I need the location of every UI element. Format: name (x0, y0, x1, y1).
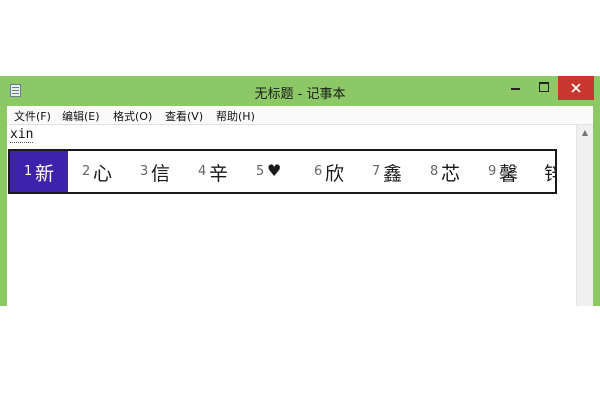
candidate-7[interactable]: 7 鑫 (358, 151, 416, 192)
candidate-char: 新 (35, 163, 55, 185)
ime-candidate-bar: 1 新 2 心 3 信 4 辛 5 ♥ 6 欣 7 鑫 8 芯 9 馨 锌 (8, 149, 557, 194)
minimize-button[interactable] (500, 76, 530, 100)
candidate-number: 2 (82, 164, 91, 179)
menu-file[interactable]: 文件(F) (14, 108, 51, 124)
candidate-3[interactable]: 3 信 (126, 151, 184, 192)
menu-view[interactable]: 查看(V) (165, 108, 203, 124)
candidate-char: 芯 (441, 163, 461, 185)
candidate-char: 辛 (209, 163, 229, 185)
heart-icon: ♥ (267, 161, 282, 180)
candidate-10[interactable]: 锌 (532, 151, 555, 192)
candidate-number: 9 (488, 164, 497, 179)
vertical-scrollbar[interactable]: ▲ (576, 125, 593, 306)
menu-bar: 文件(F) 编辑(E) 格式(O) 查看(V) 帮助(H) (7, 106, 593, 125)
candidate-char: 心 (93, 163, 113, 185)
candidate-8[interactable]: 8 芯 (416, 151, 474, 192)
candidate-5[interactable]: 5 ♥ (242, 151, 300, 192)
candidate-4[interactable]: 4 辛 (184, 151, 242, 192)
menu-format[interactable]: 格式(O) (113, 108, 152, 124)
menu-help[interactable]: 帮助(H) (216, 108, 255, 124)
close-button[interactable] (558, 76, 594, 100)
candidate-char: 锌 (544, 159, 555, 186)
candidate-number: 4 (198, 164, 207, 179)
candidate-number: 7 (372, 164, 381, 179)
scroll-up-icon[interactable]: ▲ (577, 125, 593, 141)
candidate-1[interactable]: 1 新 (10, 151, 68, 192)
candidate-number: 5 (256, 164, 265, 179)
candidate-2[interactable]: 2 心 (68, 151, 126, 192)
candidate-number: 3 (140, 164, 149, 179)
candidate-number: 6 (314, 164, 323, 179)
composition-text: xin (10, 127, 34, 143)
candidate-char: 馨 (499, 163, 519, 185)
title-bar[interactable]: 无标题 - 记事本 (0, 76, 600, 106)
candidate-number: 8 (430, 164, 439, 179)
candidate-6[interactable]: 6 欣 (300, 151, 358, 192)
maximize-button[interactable] (530, 76, 558, 100)
close-icon (571, 83, 581, 93)
candidate-char: 信 (151, 163, 171, 185)
candidate-9[interactable]: 9 馨 (474, 151, 532, 192)
candidate-char: 鑫 (383, 163, 403, 185)
candidate-number: 1 (24, 164, 33, 179)
menu-edit[interactable]: 编辑(E) (62, 108, 100, 124)
candidate-char: 欣 (325, 163, 345, 185)
